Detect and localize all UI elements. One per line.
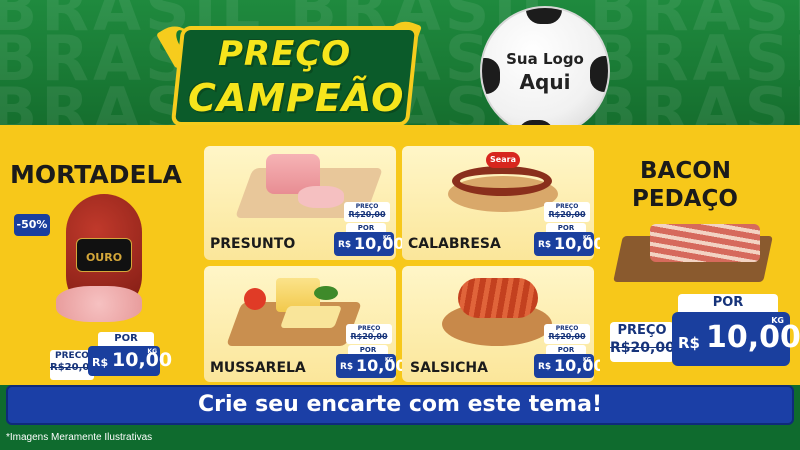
current-price: R$ 10,00 KG [88, 346, 172, 376]
product-card-mussarela[interactable]: MUSSARELA PREÇO R$20,00 POR R$ 10,00 KG [204, 266, 407, 382]
price-tag: PREÇO R$20,00 POR R$ 10,00 KG [336, 324, 407, 380]
product-name-line-1: BACON [640, 158, 732, 184]
price-tag: PREÇO R$20,00 POR R$ 10,00 KG [534, 202, 605, 258]
current-price: R$ 10,00 KG [672, 312, 800, 366]
calabresa-image [452, 166, 552, 196]
brand-label: Seara [486, 152, 520, 168]
logo-text-line-2: Aqui [519, 70, 571, 94]
price-label: PREÇO [617, 323, 667, 338]
salsicha-image [458, 278, 538, 318]
product-name: SALSICHA [410, 360, 488, 376]
product-name: PRESUNTO [210, 236, 296, 252]
herb-icon [314, 286, 338, 300]
por-label: POR [678, 294, 778, 312]
product-card-bacon[interactable]: BACON PEDAÇO PREÇO R$20,00 POR R$ 10,00 … [600, 146, 800, 382]
product-name: MUSSARELA [210, 360, 306, 376]
disclaimer: *Imagens Meramente Ilustrativas [6, 432, 153, 443]
brand-label: OURO [85, 251, 123, 264]
product-card-presunto[interactable]: PRESUNTO PREÇO R$20,00 POR R$ 10,00 KG [204, 146, 405, 260]
price-tag: PREÇO R$20,00 POR R$ 10,00 KG [334, 202, 405, 258]
old-price: R$20,00 [610, 340, 675, 356]
product-card-salsicha[interactable]: SALSICHA PREÇO R$20,00 POR R$ 10,00 KG [402, 266, 605, 382]
product-name: CALABRESA [408, 236, 501, 252]
title-line-1: PREÇO [218, 34, 352, 74]
title-badge: PREÇO CAMPEÃO [156, 16, 422, 132]
cta-banner[interactable]: Crie seu encarte com este tema! [6, 385, 794, 425]
product-name: MORTADELA [10, 160, 182, 189]
logo-text-line-1: Sua Logo [506, 50, 584, 68]
title-line-2: CAMPEÃO [188, 76, 405, 120]
product-board: MORTADELA -50% OURO PRECO R$20,00 POR R$… [0, 140, 800, 385]
product-card-mortadela[interactable]: MORTADELA -50% OURO PRECO R$20,00 POR R$… [4, 146, 200, 382]
logo-placeholder-ball[interactable]: Sua Logo Aqui [480, 6, 610, 136]
product-name-line-2: PEDAÇO [632, 186, 738, 212]
product-card-calabresa[interactable]: Seara CALABRESA PREÇO R$20,00 POR R$ 10,00… [402, 146, 605, 260]
header: BRASIL BRASIL BRASIL BRASIL BRASIL BRASI… [0, 0, 800, 140]
discount-badge: -50% [14, 214, 50, 236]
price-tag: PREÇO R$20,00 POR R$ 10,00 KG [534, 324, 605, 380]
por-label: POR [98, 332, 154, 346]
bacon-image [650, 224, 760, 262]
mortadela-slices [56, 286, 142, 322]
tomato-icon [244, 288, 266, 310]
